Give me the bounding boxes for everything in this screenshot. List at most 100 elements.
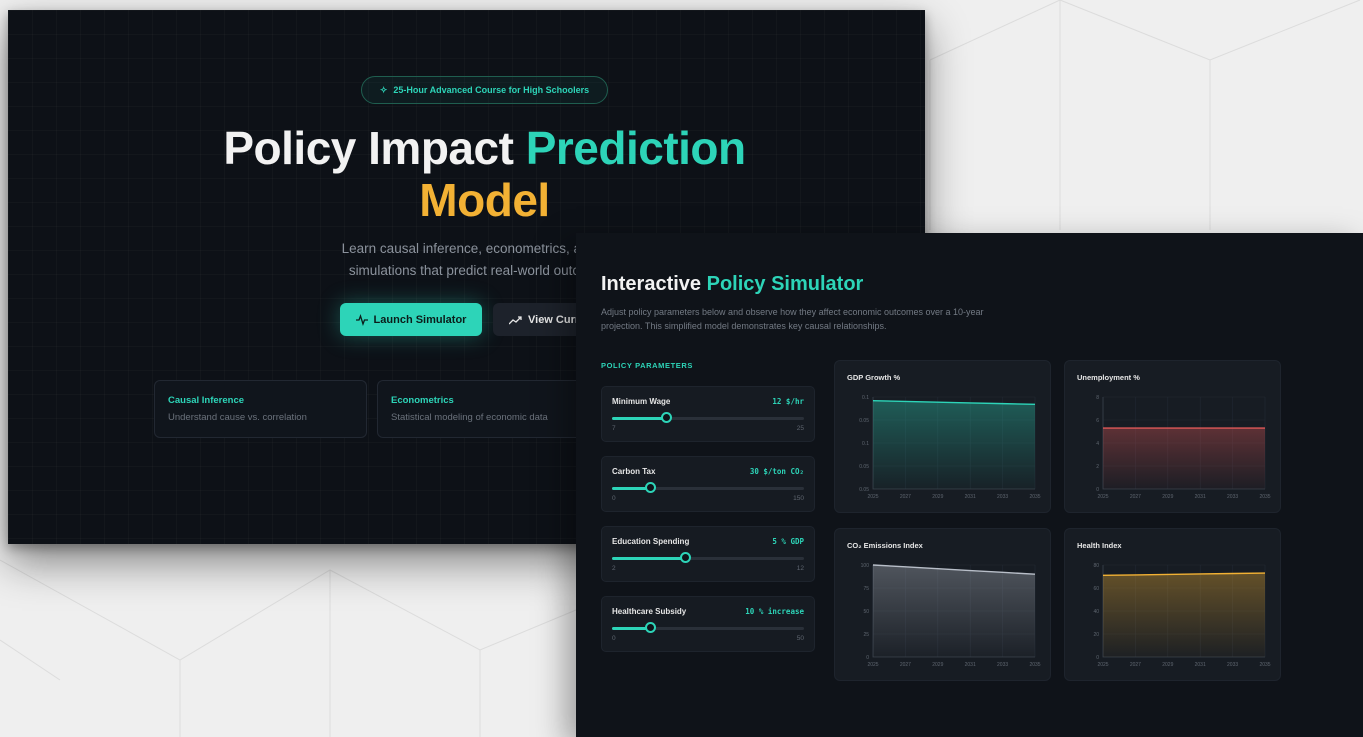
hero-title-part2: Prediction: [525, 122, 746, 174]
slider-fill: [612, 557, 685, 560]
param-max: 50: [796, 635, 804, 642]
param-name: Minimum Wage: [612, 397, 671, 406]
trend-up-icon: [509, 315, 522, 324]
x-tick-label: 2027: [1130, 494, 1141, 500]
feature-card-causal: Causal Inference Understand cause vs. co…: [154, 380, 367, 438]
y-tick-label: 60: [1093, 586, 1099, 592]
x-tick-label: 2029: [1162, 494, 1173, 500]
y-tick-label: 0.1: [862, 395, 869, 401]
simulator-title-part1: Interactive: [601, 273, 707, 295]
x-tick-label: 2035: [1259, 662, 1270, 668]
series-area: [873, 565, 1035, 657]
y-tick-label: 0.1: [862, 441, 869, 447]
simulator-title: Interactive Policy Simulator: [601, 273, 863, 296]
co2-emissions-chart: 100 75 50 25 02025 2027 2029 2031 2033 2035: [861, 563, 1041, 668]
hero-title-part3: Model: [419, 174, 550, 226]
x-tick-label: 2033: [997, 494, 1008, 500]
param-min: 0: [612, 495, 616, 502]
y-tick-label: 0: [1096, 655, 1099, 661]
chart-co2-emissions: CO₂ Emissions Index 100 75 50 25 0 2025 2027 20…: [834, 528, 1051, 681]
chart-health-index: Health Index 80 60 40 20 0 2025 2027 2029 2031 20…: [1064, 528, 1281, 681]
y-tick-label: 8: [1096, 395, 1099, 401]
chart-gdp-growth: GDP Growth % 0.1 0.05 0.1 0.05 0.05 2025 2027 2…: [834, 360, 1051, 513]
param-max: 25: [796, 425, 804, 432]
feature-card-econometrics: Econometrics Statistical modeling of eco…: [377, 380, 590, 438]
param-min: 0: [612, 635, 616, 642]
x-tick-label: 2033: [1227, 662, 1238, 668]
x-tick-label: 2029: [1162, 662, 1173, 668]
param-slider[interactable]: [612, 412, 804, 423]
x-tick-label: 2035: [1029, 662, 1040, 668]
x-tick-label: 2031: [965, 662, 976, 668]
param-minimum-wage: Minimum Wage 12 $/hr 7 25: [601, 386, 815, 442]
series-area: [873, 400, 1035, 489]
x-tick-label: 2025: [1097, 494, 1108, 500]
x-tick-label: 2035: [1029, 494, 1040, 500]
x-tick-label: 2025: [1097, 662, 1108, 668]
slider-fill: [612, 417, 666, 420]
y-tick-label: 80: [1093, 563, 1099, 569]
param-max: 150: [793, 495, 804, 502]
simulator-description: Adjust policy parameters below and obser…: [601, 307, 984, 331]
x-tick-label: 2027: [900, 494, 911, 500]
y-tick-label: 0: [866, 655, 869, 661]
chart-unemployment: Unemployment % 8 6 4 2 0 2025 2027 2029 2031 2033…: [1064, 360, 1281, 513]
y-tick-label: 0: [1096, 487, 1099, 493]
y-tick-label: 0.05: [859, 418, 869, 424]
y-tick-label: 4: [1096, 441, 1099, 447]
y-tick-label: 75: [863, 586, 869, 592]
y-tick-label: 100: [861, 563, 870, 569]
x-tick-label: 2033: [1227, 494, 1238, 500]
param-healthcare-subsidy: Healthcare Subsidy 10 % increase 0 50: [601, 596, 815, 652]
view-curriculum-label: View Curr: [528, 313, 580, 326]
course-badge-text: 25-Hour Advanced Course for High Schoole…: [393, 85, 590, 95]
y-tick-label: 20: [1093, 632, 1099, 638]
y-tick-label: 50: [863, 609, 869, 615]
hero-title: Policy Impact Prediction Model: [8, 122, 925, 226]
series-area: [1103, 428, 1265, 489]
x-tick-label: 2025: [867, 662, 878, 668]
health-index-chart: 80 60 40 20 02025 2027 2029 2031 2033 2035: [1093, 563, 1270, 668]
sparkle-icon: ✧: [379, 84, 388, 95]
x-tick-label: 2031: [1195, 494, 1206, 500]
x-tick-label: 2031: [965, 494, 976, 500]
feature-desc: Statistical modeling of economic data: [391, 412, 548, 423]
slider-thumb[interactable]: [645, 622, 657, 633]
y-tick-label: 0.05: [859, 487, 869, 493]
x-tick-label: 2029: [932, 494, 943, 500]
launch-simulator-label: Launch Simulator: [373, 313, 467, 326]
series-area: [1103, 573, 1265, 657]
policy-parameters-label: POLICY PARAMETERS: [601, 361, 694, 370]
course-badge: ✧ 25-Hour Advanced Course for High Schoo…: [361, 76, 608, 104]
y-tick-label: 0.05: [859, 464, 869, 470]
feature-desc: Understand cause vs. correlation: [168, 412, 307, 423]
param-value: 12 $/hr: [772, 397, 804, 406]
x-tick-label: 2027: [900, 662, 911, 668]
gdp-growth-chart: 0.10.050.10.050.052025 2027 2029 2031 2033 20…: [859, 395, 1041, 500]
param-education-spending: Education Spending 5 % GDP 2 12: [601, 526, 815, 582]
param-slider[interactable]: [612, 622, 804, 633]
x-tick-label: 2027: [1130, 662, 1141, 668]
param-slider[interactable]: [612, 482, 804, 493]
feature-title: Econometrics: [391, 395, 454, 406]
param-name: Healthcare Subsidy: [612, 607, 687, 616]
param-name: Education Spending: [612, 537, 690, 546]
param-value: 5 % GDP: [772, 537, 804, 546]
param-value: 10 % increase: [745, 607, 804, 616]
y-tick-label: 40: [1093, 609, 1099, 615]
launch-simulator-button[interactable]: Launch Simulator: [340, 303, 482, 336]
slider-thumb[interactable]: [660, 412, 672, 423]
simulator-title-part2: Policy Simulator: [706, 273, 864, 295]
slider-thumb[interactable]: [645, 482, 657, 493]
unemployment-chart: 8 6 4 2 02025 2027 2029 2031 2033 2035: [1096, 395, 1271, 500]
x-tick-label: 2033: [997, 662, 1008, 668]
param-min: 2: [612, 565, 616, 572]
slider-thumb[interactable]: [679, 552, 691, 563]
y-tick-label: 6: [1096, 418, 1099, 424]
hero-title-part1: Policy Impact: [223, 122, 526, 174]
param-value: 30 $/ton CO₂: [749, 467, 804, 476]
param-carbon-tax: Carbon Tax 30 $/ton CO₂ 0 150: [601, 456, 815, 512]
param-slider[interactable]: [612, 552, 804, 563]
x-tick-label: 2029: [932, 662, 943, 668]
pulse-icon: [355, 313, 368, 326]
